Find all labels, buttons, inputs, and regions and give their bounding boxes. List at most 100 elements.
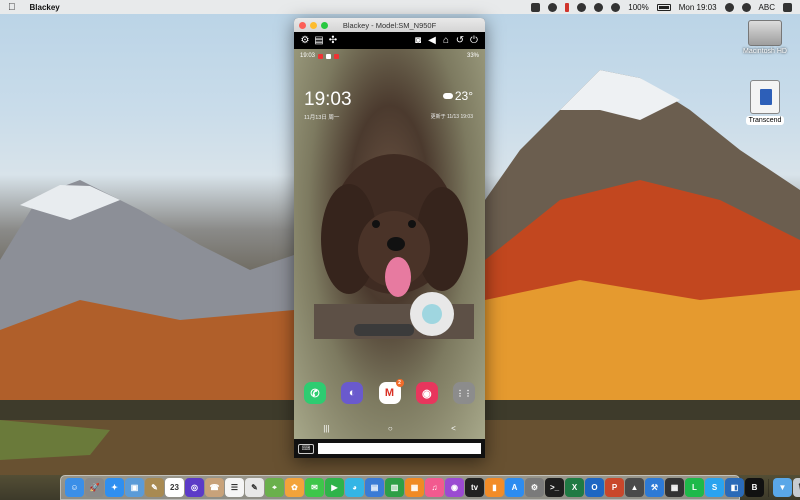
dock-separator — [768, 478, 769, 497]
dock-notes-icon[interactable]: ✎ — [145, 478, 164, 497]
dock-excel-icon[interactable]: X — [565, 478, 584, 497]
dock-books-icon[interactable]: ▮ — [485, 478, 504, 497]
weather-widget[interactable]: 23° — [442, 89, 473, 103]
dock-maps-icon[interactable]: ⌖ — [265, 478, 284, 497]
app-gmail[interactable]: M 2 — [378, 379, 404, 404]
phone-status-bar: 19:03 33% — [300, 51, 479, 61]
dock-blackey-icon[interactable]: B — [745, 478, 764, 497]
input-source[interactable]: ABC — [759, 3, 775, 12]
control-center-icon[interactable] — [783, 2, 792, 12]
dock-preview-icon[interactable]: ▣ — [125, 478, 144, 497]
menu-app-name[interactable]: Blackey — [30, 3, 60, 12]
dock-calendar-icon[interactable]: 23 — [165, 478, 184, 497]
dock-downloads-icon[interactable]: ▼ — [773, 478, 792, 497]
battery-icon[interactable] — [656, 3, 671, 11]
dock-trash-icon[interactable]: 🗑 — [793, 478, 800, 497]
dock-terminal-icon[interactable]: >_ — [545, 478, 564, 497]
pause-icon[interactable] — [565, 2, 570, 12]
dock-xcode-icon[interactable]: ⚒ — [645, 478, 664, 497]
dog-wallpaper — [314, 154, 474, 339]
search-icon[interactable] — [724, 2, 734, 12]
window-titlebar[interactable]: Blackey - Model:SM_N950F — [294, 18, 485, 32]
recent-apps-icon[interactable]: ||| — [323, 424, 329, 433]
user-icon[interactable] — [741, 2, 751, 12]
dock-contacts-icon[interactable]: ☎ — [205, 478, 224, 497]
window-toolbar: ⚙ ▤ ✣ ◙ ◀ ⌂ ↺ ⏻ — [294, 32, 485, 49]
hard-drive-icon — [748, 20, 782, 46]
notification-icon — [334, 53, 340, 59]
dock-facetime-icon[interactable]: ▶ — [325, 478, 344, 497]
dock-outlook-icon[interactable]: O — [585, 478, 604, 497]
blackey-window: Blackey - Model:SM_N950F ⚙ ▤ ✣ ◙ ◀ ⌂ ↺ ⏻… — [294, 18, 485, 458]
cloud-icon — [442, 93, 453, 99]
dock-system-preferences-icon[interactable]: ⚙ — [525, 478, 544, 497]
back-icon[interactable]: ↺ — [453, 34, 467, 48]
dock-finder-icon[interactable]: ☺ — [65, 478, 84, 497]
dock-line-icon[interactable]: L — [685, 478, 704, 497]
gmail-icon: M — [384, 387, 395, 399]
desktop-icon-label: Transcend — [745, 116, 785, 125]
dock-siri-icon[interactable]: ◎ — [185, 478, 204, 497]
dock-safari-icon[interactable]: ✦ — [105, 478, 124, 497]
dock-podcasts-icon[interactable]: ◉ — [445, 478, 464, 497]
grid-icon: ⋮⋮ — [456, 388, 472, 398]
bluetooth-icon[interactable] — [577, 2, 587, 12]
dock-activity-icon[interactable]: ▦ — [665, 478, 684, 497]
camera-icon[interactable]: ◙ — [411, 34, 425, 48]
volume-icon[interactable] — [611, 2, 621, 12]
power-icon[interactable]: ⏻ — [467, 34, 481, 48]
dock-textedit-icon[interactable]: ✎ — [245, 478, 264, 497]
phone-nav-bar: ||| ○ < — [294, 424, 485, 433]
globe-icon: ◐ — [348, 387, 356, 399]
send-text-input[interactable] — [318, 443, 481, 454]
dock-powerpoint-icon[interactable]: P — [605, 478, 624, 497]
dock-keynote-icon[interactable]: ▤ — [365, 478, 384, 497]
zoom-icon[interactable] — [321, 21, 328, 29]
dock-messages-icon[interactable]: ✉ — [305, 478, 324, 497]
phone-status-time: 19:03 — [300, 53, 316, 59]
menu-bar:  Blackey 100% Mon 19:03 ABC — [0, 0, 800, 14]
close-icon[interactable] — [299, 21, 306, 29]
notification-icon — [326, 53, 332, 59]
dock-photos-icon[interactable]: ✿ — [285, 478, 304, 497]
gear-icon[interactable]: ⚙ — [298, 34, 312, 48]
clipboard-icon[interactable]: ▤ — [312, 34, 326, 48]
cast-icon[interactable] — [548, 2, 558, 12]
app-internet[interactable]: ◐ — [341, 382, 364, 404]
phone-battery: 33% — [466, 53, 479, 59]
volume-icon[interactable]: ◀ — [425, 34, 439, 48]
keyboard-icon[interactable]: ⌨ — [298, 443, 314, 454]
dock-photo-app-icon[interactable]: ▲ — [625, 478, 644, 497]
keyboard-icon[interactable] — [531, 2, 541, 12]
dock-app-store-icon[interactable]: A — [505, 478, 524, 497]
dock-pages-icon[interactable]: ▦ — [405, 478, 424, 497]
dock-wechat-icon[interactable]: ◕ — [345, 478, 364, 497]
app-camera[interactable]: ◉ — [415, 382, 438, 404]
app-phone[interactable]: ✆ — [304, 382, 326, 404]
desktop-icon-macintosh-hd[interactable]: Macintosh HD — [737, 20, 793, 55]
menu-clock[interactable]: Mon 19:03 — [679, 3, 717, 12]
dock-numbers-icon[interactable]: ▥ — [385, 478, 404, 497]
weather-temp: 23° — [454, 89, 473, 103]
dock-wallet-icon[interactable]: ◧ — [725, 478, 744, 497]
home-button-icon[interactable]: ○ — [388, 424, 393, 433]
minimize-icon[interactable] — [310, 21, 317, 29]
dock-skype-icon[interactable]: S — [705, 478, 724, 497]
dock-itunes-icon[interactable]: ♫ — [425, 478, 444, 497]
lock-clock: 19:03 — [304, 89, 352, 110]
back-button-icon[interactable]: < — [451, 424, 456, 433]
phone-app-row: ✆ ◐ M 2 ◉ ⋮⋮ — [304, 379, 475, 404]
phone-screen[interactable]: 19:03 33% 19:03 11月13日 周一 23° 更新于 11/13 … — [294, 49, 485, 439]
dock: ☺🚀✦▣✎23◎☎☰✎⌖✿✉▶◕▤▥▦♫◉tv▮A⚙>_XOP▲⚒▦LS◧B▼🗑 — [60, 475, 800, 500]
apple-icon[interactable]:  — [8, 2, 16, 13]
wifi-icon[interactable] — [594, 2, 604, 12]
dock-reminders-icon[interactable]: ☰ — [225, 478, 244, 497]
battery-percent[interactable]: 100% — [628, 3, 648, 12]
sd-card-icon — [750, 80, 780, 114]
gamepad-icon[interactable]: ✣ — [326, 34, 340, 48]
app-drawer[interactable]: ⋮⋮ — [453, 382, 475, 404]
dock-launchpad-icon[interactable]: 🚀 — [85, 478, 104, 497]
home-icon[interactable]: ⌂ — [439, 34, 453, 48]
dock-apple-tv-icon[interactable]: tv — [465, 478, 484, 497]
desktop-icon-transcend[interactable]: Transcend — [737, 80, 793, 125]
